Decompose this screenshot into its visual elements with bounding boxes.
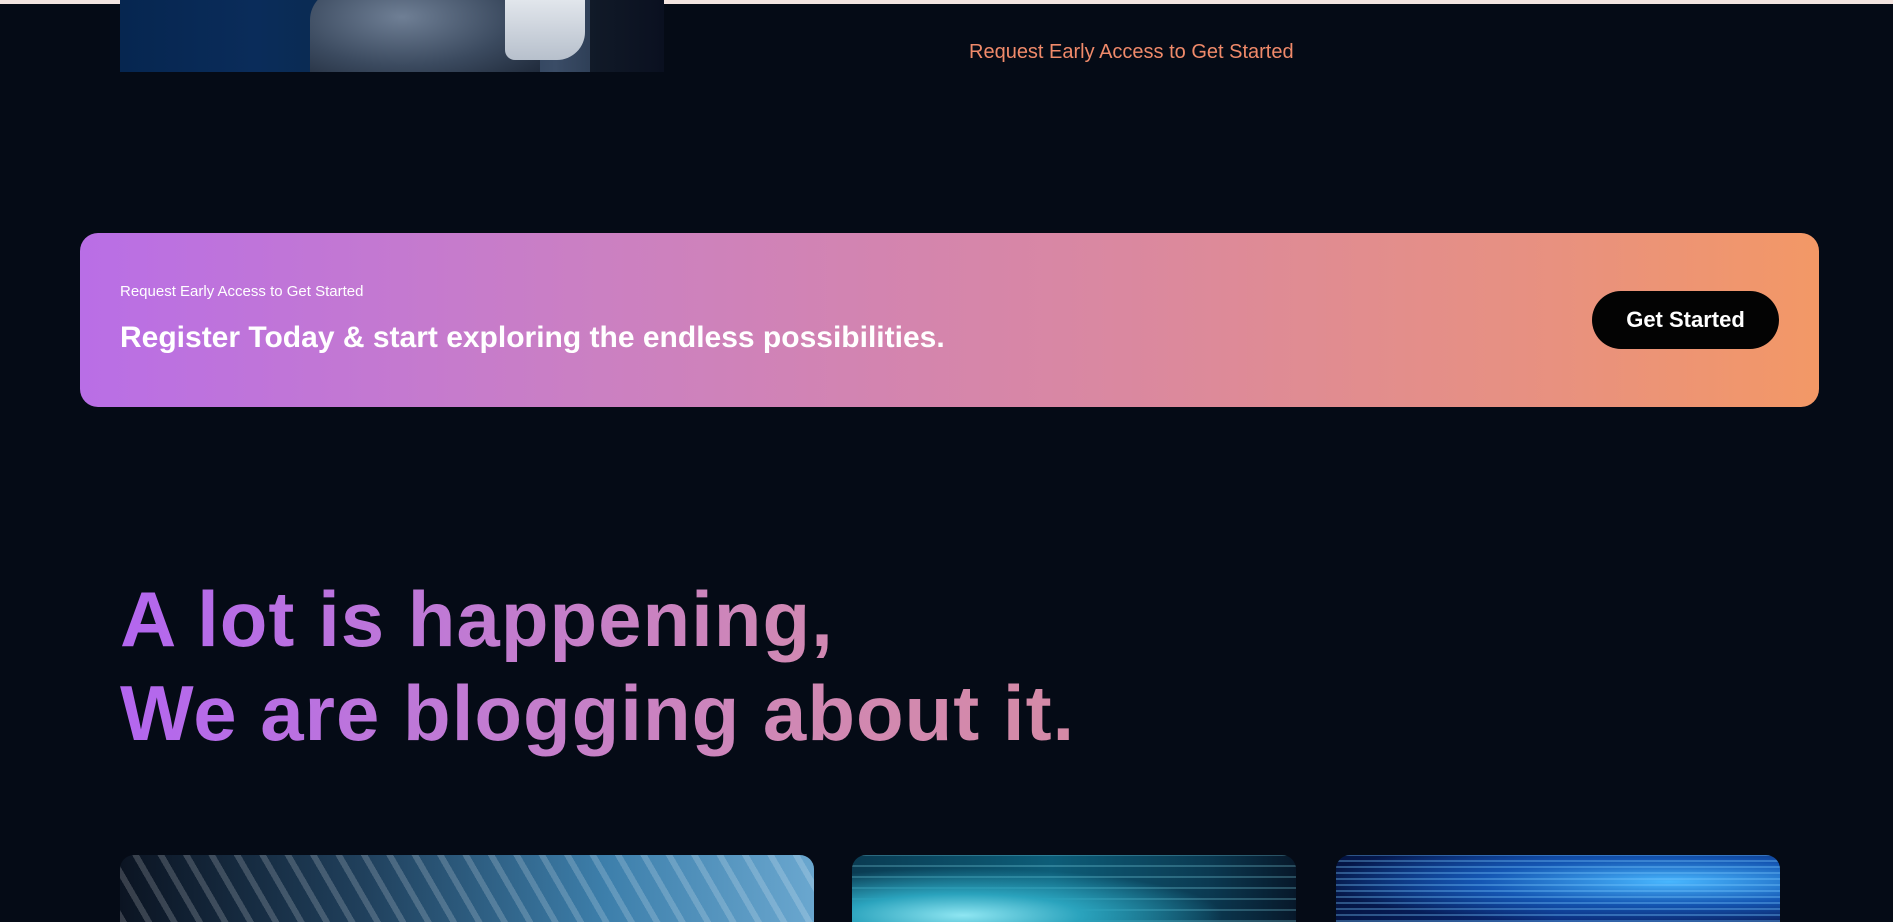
blog-card-binary-spiral-image[interactable] (120, 855, 814, 922)
blog-heading-line-1: A lot is happening, (120, 575, 834, 663)
photo-shirt-shape (505, 0, 585, 60)
blog-card-circuit-head-image[interactable] (852, 855, 1296, 922)
photo-shadow-shape (590, 0, 664, 72)
cta-title: Register Today & start exploring the end… (120, 321, 945, 354)
get-started-button[interactable]: Get Started (1592, 291, 1779, 349)
blog-section-heading: A lot is happening, We are blogging abou… (120, 572, 1075, 760)
blog-card-binary-code-image[interactable] (1336, 855, 1780, 922)
person-photo (120, 0, 664, 72)
blog-heading-line-2: We are blogging about it. (120, 669, 1076, 757)
request-early-access-link[interactable]: Request Early Access to Get Started (969, 41, 1294, 64)
cta-banner: Request Early Access to Get Started Regi… (80, 233, 1819, 407)
cta-eyebrow-text: Request Early Access to Get Started (120, 283, 364, 300)
